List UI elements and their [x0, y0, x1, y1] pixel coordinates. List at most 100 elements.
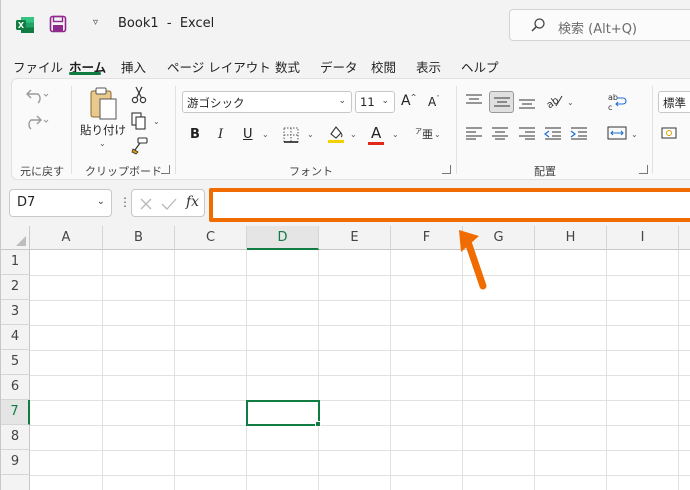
- row-header-5[interactable]: 5: [1, 350, 30, 375]
- insert-function-icon[interactable]: fx: [186, 194, 199, 210]
- increase-indent-icon[interactable]: [570, 126, 588, 140]
- fill-handle[interactable]: [315, 421, 321, 427]
- column-header-d[interactable]: D: [247, 226, 319, 250]
- align-right-icon[interactable]: [518, 126, 536, 140]
- gridline: [174, 250, 175, 490]
- column-header-e[interactable]: E: [319, 226, 391, 250]
- alignment-dialog-launcher[interactable]: [639, 165, 648, 174]
- cut-icon[interactable]: [131, 86, 147, 104]
- search-box[interactable]: 検索 (Alt+Q): [509, 9, 690, 41]
- tab-page-layout[interactable]: ページ レイアウト: [167, 57, 271, 76]
- tab-view[interactable]: 表示: [416, 57, 441, 76]
- gridline: [390, 250, 391, 490]
- tab-help[interactable]: ヘルプ: [461, 57, 499, 76]
- orientation-dropdown[interactable]: ⌄: [567, 98, 574, 107]
- active-cell-d7[interactable]: [246, 400, 320, 426]
- gridline: [678, 250, 679, 490]
- borders-icon[interactable]: [283, 127, 299, 143]
- tab-data[interactable]: データ: [320, 57, 358, 76]
- customize-qat-dropdown[interactable]: ▿: [93, 17, 98, 28]
- font-size-combo[interactable]: 11 ⌄: [355, 91, 395, 113]
- paste-dropdown[interactable]: ⌄: [99, 139, 106, 148]
- bold-button[interactable]: B: [190, 127, 200, 142]
- fill-color-icon[interactable]: [327, 124, 345, 144]
- gridline: [30, 375, 690, 376]
- excel-window: X ▿ Book1 - Excel 検索 (Alt+Q) ファイル ホーム 挿入…: [0, 0, 690, 490]
- number-format-combo[interactable]: 標準: [658, 91, 690, 113]
- align-bottom-icon[interactable]: [518, 96, 536, 110]
- column-header-i[interactable]: I: [607, 226, 679, 250]
- undo-icon[interactable]: [25, 86, 49, 104]
- gridline: [30, 350, 690, 351]
- row-header-9[interactable]: 9: [1, 450, 30, 475]
- group-separator: [456, 86, 457, 174]
- orientation-icon[interactable]: ab: [544, 92, 564, 110]
- column-header-a[interactable]: A: [30, 226, 103, 250]
- phonetic-guide-button[interactable]: ア亜: [415, 126, 433, 142]
- paste-icon[interactable]: [88, 86, 118, 120]
- copy-icon[interactable]: [131, 112, 147, 130]
- tab-formulas[interactable]: 数式: [275, 57, 300, 76]
- tab-insert[interactable]: 挿入: [121, 57, 146, 76]
- fill-color-dropdown[interactable]: ⌄: [350, 130, 357, 139]
- name-box-value: D7: [17, 195, 36, 210]
- merge-center-icon[interactable]: [607, 126, 627, 140]
- enter-icon[interactable]: [161, 197, 177, 211]
- tab-review[interactable]: 校閲: [371, 57, 396, 76]
- merge-dropdown[interactable]: ⌄: [631, 130, 638, 139]
- format-painter-icon[interactable]: [131, 137, 149, 155]
- phonetic-dropdown[interactable]: ⌄: [434, 130, 441, 139]
- column-header-c[interactable]: C: [175, 226, 247, 250]
- underline-button[interactable]: U: [243, 127, 253, 142]
- select-all-button[interactable]: [1, 226, 30, 250]
- redo-icon[interactable]: [25, 112, 49, 130]
- font-dialog-launcher[interactable]: [442, 165, 451, 174]
- italic-button[interactable]: I: [218, 127, 223, 142]
- tab-file[interactable]: ファイル: [13, 57, 63, 76]
- align-middle-button[interactable]: [489, 91, 514, 113]
- row-header-4[interactable]: 4: [1, 325, 30, 350]
- formula-bar-grip[interactable]: ⋮: [119, 195, 131, 209]
- row-header-10[interactable]: [1, 475, 30, 490]
- row-header-3[interactable]: 3: [1, 300, 30, 325]
- column-header-h[interactable]: H: [535, 226, 607, 250]
- wrap-text-icon[interactable]: ab c: [607, 92, 627, 112]
- borders-dropdown[interactable]: ⌄: [307, 130, 314, 139]
- accounting-format-icon[interactable]: [661, 126, 683, 142]
- shrink-font-button[interactable]: Aˇ: [428, 95, 440, 109]
- font-name-combo[interactable]: 游ゴシック ⌄: [182, 91, 352, 113]
- align-left-icon[interactable]: [465, 126, 483, 140]
- cancel-icon[interactable]: [139, 197, 153, 211]
- row-header-2[interactable]: 2: [1, 275, 30, 300]
- font-color-button[interactable]: A: [371, 124, 381, 142]
- column-header-j[interactable]: [679, 226, 690, 250]
- column-header-b[interactable]: B: [103, 226, 175, 250]
- chevron-down-icon: ⌄: [338, 96, 346, 106]
- annotation-arrow-icon: [459, 230, 487, 290]
- font-color-swatch: [368, 142, 384, 145]
- window-title: Book1 - Excel: [118, 16, 215, 31]
- grow-font-button[interactable]: A^: [401, 93, 416, 109]
- row-header-6[interactable]: 6: [1, 375, 30, 400]
- name-box[interactable]: D7 ⌄: [9, 189, 112, 217]
- formula-input[interactable]: [209, 188, 690, 222]
- row-header-8[interactable]: 8: [1, 425, 30, 450]
- ribbon-tabs: ファイル ホーム 挿入 ページ レイアウト 数式 データ 校閲 表示 ヘルプ: [1, 52, 690, 76]
- group-separator: [652, 86, 653, 174]
- align-center-icon[interactable]: [491, 126, 509, 140]
- search-icon: [531, 18, 545, 32]
- clipboard-dialog-launcher[interactable]: [161, 165, 170, 174]
- underline-dropdown[interactable]: ⌄: [262, 130, 269, 139]
- undo-group-label: 元に戻す: [20, 165, 64, 178]
- paste-label[interactable]: 貼り付け: [80, 122, 126, 138]
- row-header-1[interactable]: 1: [1, 250, 30, 275]
- copy-dropdown[interactable]: ⌄: [153, 117, 160, 126]
- decrease-indent-icon[interactable]: [544, 126, 562, 140]
- save-icon[interactable]: [49, 15, 67, 33]
- group-separator: [71, 86, 72, 174]
- alignment-group-label: 配置: [534, 165, 556, 178]
- row-header-7[interactable]: 7: [1, 400, 30, 425]
- align-top-icon[interactable]: [465, 94, 483, 108]
- font-name-value: 游ゴシック: [187, 96, 245, 110]
- font-color-dropdown[interactable]: ⌄: [392, 130, 399, 139]
